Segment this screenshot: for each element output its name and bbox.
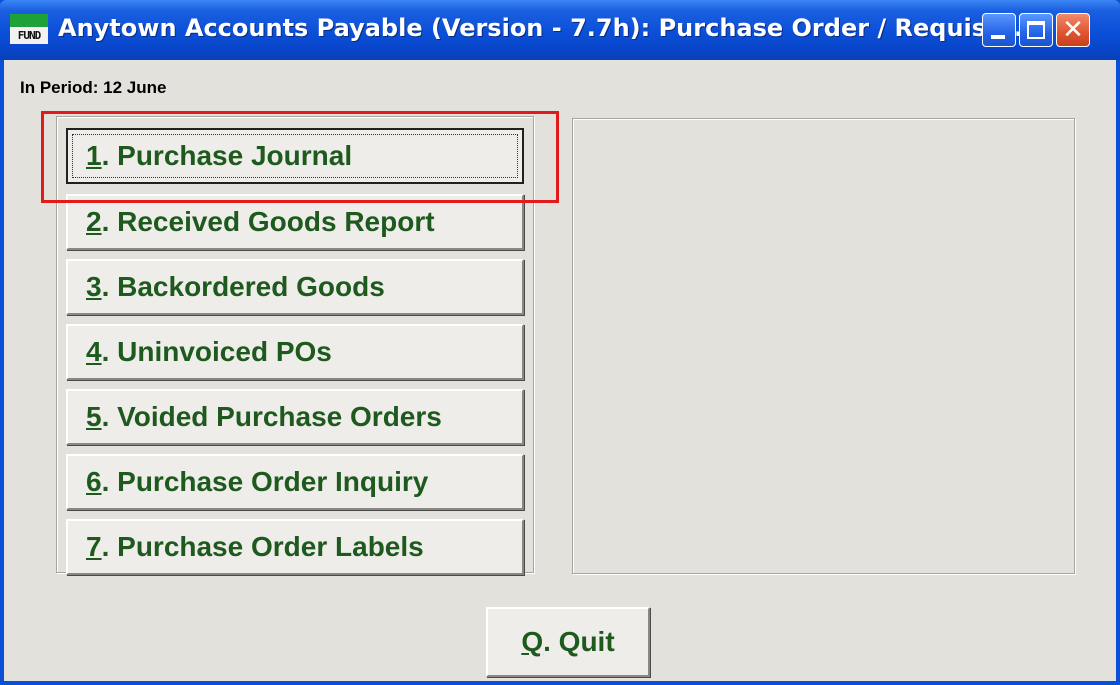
hotkey: 3 [86, 271, 102, 302]
app-icon-label: FUND [10, 27, 48, 44]
quit-label: . Quit [543, 626, 615, 657]
hotkey: 2 [86, 206, 102, 237]
quit-button[interactable]: Q. Quit [486, 607, 650, 677]
info-panel [572, 118, 1075, 574]
menu-label: . Purchase Order Labels [101, 531, 424, 562]
maximize-button[interactable] [1019, 13, 1053, 47]
title-bar[interactable]: FUND Anytown Accounts Payable (Version -… [0, 0, 1120, 60]
hotkey: 7 [86, 531, 102, 562]
menu-label: . Voided Purchase Orders [101, 401, 442, 432]
window-title: Anytown Accounts Payable (Version - 7.7h… [58, 14, 1042, 42]
voided-purchase-orders-button[interactable]: 5. Voided Purchase Orders [66, 389, 524, 445]
minimize-button[interactable] [982, 13, 1016, 47]
app-window: FUND Anytown Accounts Payable (Version -… [0, 0, 1120, 685]
maximize-icon [1027, 21, 1045, 39]
menu-label: . Backordered Goods [101, 271, 385, 302]
app-fund-icon[interactable]: FUND [10, 14, 48, 44]
menu-label: . Purchase Order Inquiry [101, 466, 429, 497]
highlight-annotation [41, 111, 559, 203]
hotkey: 5 [86, 401, 102, 432]
menu-label: . Uninvoiced POs [101, 336, 332, 367]
period-label: In Period: 12 June [20, 78, 167, 97]
hotkey: 6 [86, 466, 102, 497]
close-button[interactable]: ✕ [1056, 13, 1090, 47]
hotkey: Q [521, 626, 544, 657]
purchase-order-labels-button[interactable]: 7. Purchase Order Labels [66, 519, 524, 575]
hotkey: 4 [86, 336, 102, 367]
app-icon-top [10, 14, 48, 27]
backordered-goods-button[interactable]: 3. Backordered Goods [66, 259, 524, 315]
close-icon: ✕ [1062, 15, 1084, 45]
menu-label: . Received Goods Report [101, 206, 435, 237]
uninvoiced-pos-button[interactable]: 4. Uninvoiced POs [66, 324, 524, 380]
client-area: In Period: 12 June 1. Purchase Journal 2… [4, 60, 1116, 681]
minimize-icon [991, 35, 1005, 39]
purchase-order-inquiry-button[interactable]: 6. Purchase Order Inquiry [66, 454, 524, 510]
